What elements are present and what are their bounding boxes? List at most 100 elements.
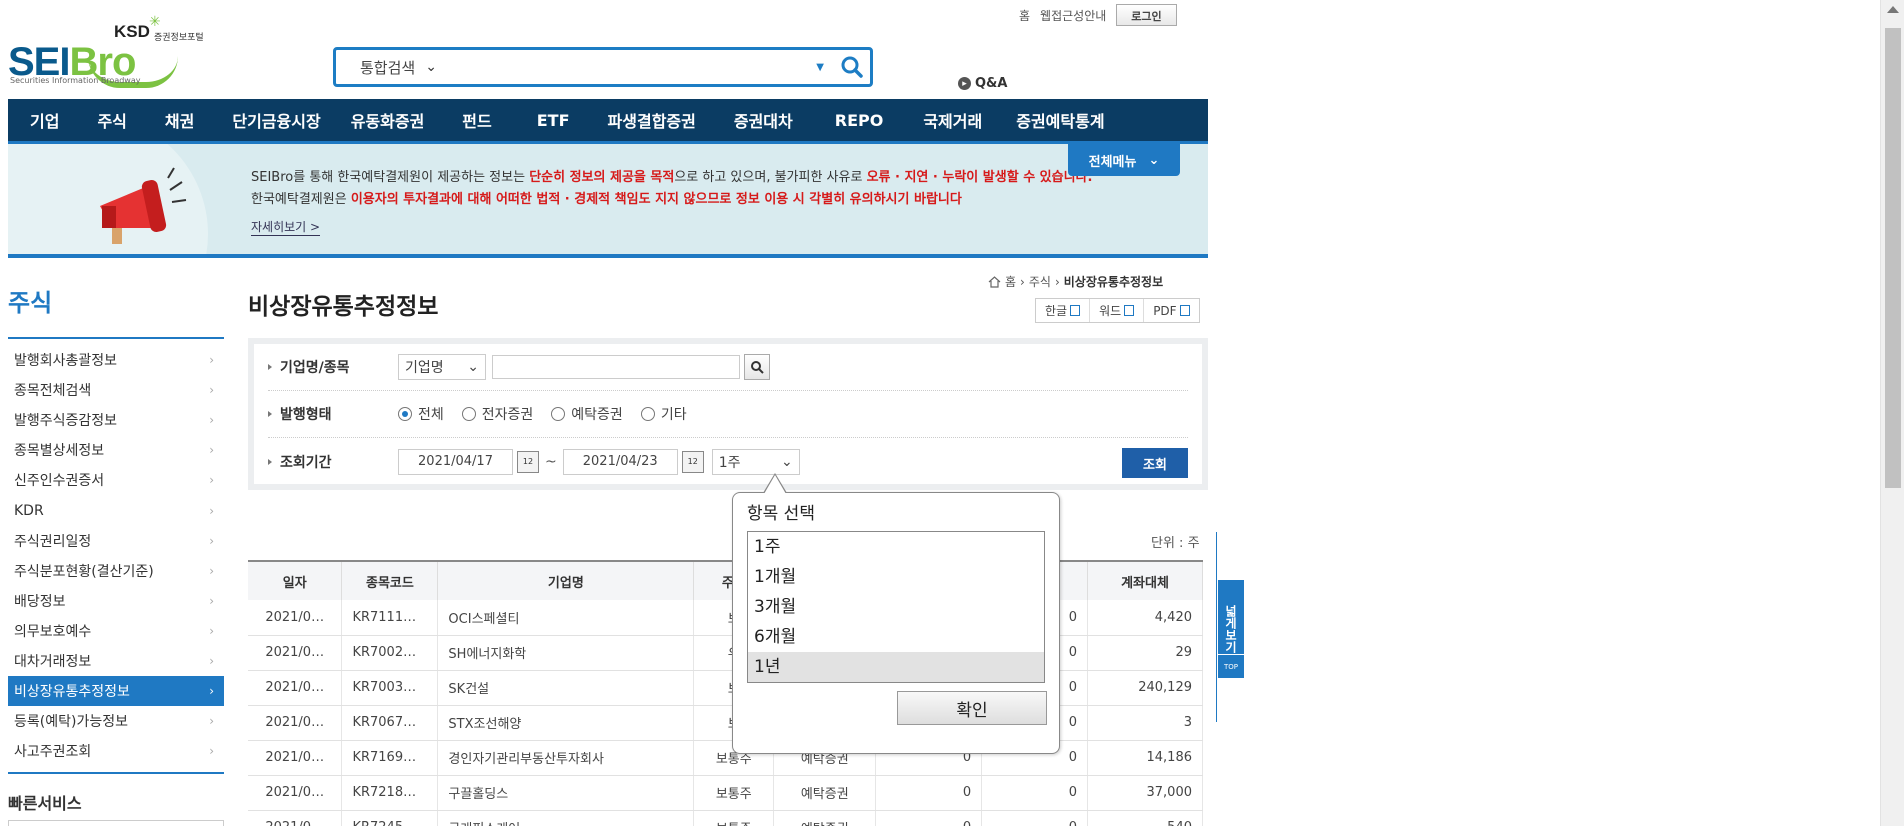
period-option[interactable]: 3개월 <box>748 592 1044 622</box>
chevron-right-icon: › <box>209 744 214 759</box>
cell-transfer: 37,000 <box>1087 775 1203 811</box>
period-option[interactable]: 1주 <box>748 532 1044 562</box>
export-hwp-button[interactable]: 한글 <box>1036 299 1091 322</box>
cell-transfer: 240,129 <box>1087 670 1203 706</box>
table-row[interactable]: 2021/0…KR7245…구래피스케어보통주예탁증권00540 <box>248 810 1203 826</box>
filter-label: 조회기간 <box>268 452 398 472</box>
column-header[interactable]: 일자 <box>248 560 343 600</box>
home-link[interactable]: 홈 <box>1019 7 1030 24</box>
qna-label: Q&A <box>975 76 1008 91</box>
gnb-item[interactable]: 기업 <box>30 108 59 132</box>
page-scrollbar[interactable] <box>1880 0 1904 826</box>
sidebar-item-label: 비상장유통추정정보 <box>14 684 130 701</box>
gnb-item[interactable]: 유동화증권 <box>351 108 425 132</box>
accessibility-link[interactable]: 웹접근성안내 <box>1040 7 1106 24</box>
sidebar-item[interactable]: 의무보호예수 › <box>8 616 224 646</box>
sidebar-item[interactable]: 대차거래정보 › <box>8 646 224 676</box>
qna-link[interactable]: ▸ Q&A <box>958 76 1007 91</box>
radio-all[interactable]: 전체 <box>398 404 444 424</box>
cell-company: SH에너지화학 <box>437 635 695 671</box>
gnb-item[interactable]: 국제거래 <box>923 108 982 132</box>
gnb-item[interactable]: 펀드 <box>462 108 491 132</box>
column-header[interactable]: 종목코드 <box>341 560 439 600</box>
chevron-right-icon: › <box>1020 274 1025 289</box>
sidebar-item[interactable]: 종목전체검색 › <box>8 375 224 405</box>
column-header[interactable]: 기업명 <box>437 560 695 600</box>
chevron-down-icon: ⌄ <box>781 453 793 470</box>
sidebar-item[interactable]: 신주인수권증서 › <box>8 465 224 495</box>
pdf-icon <box>1179 305 1190 316</box>
top-button[interactable]: TOP <box>1218 654 1244 678</box>
period-option[interactable]: 6개월 <box>748 622 1044 652</box>
sidebar-item[interactable]: 주식권리일정 › <box>8 526 224 556</box>
search-input[interactable] <box>460 52 817 82</box>
chevron-right-icon: › <box>1054 274 1060 289</box>
breadcrumb-section[interactable]: 주식 <box>1029 273 1051 290</box>
notice-more-link[interactable]: 자세히보기 > <box>251 218 321 236</box>
sidebar-item[interactable]: 등록(예탁)가능정보 › <box>8 706 224 736</box>
seibro-logo[interactable]: ✳ KSD 증권정보포털 SEIBro Securities Informati… <box>8 14 213 90</box>
search-dropdown-icon[interactable]: ▼ <box>816 62 824 73</box>
gnb-item[interactable]: 증권대차 <box>734 108 793 132</box>
gnb-item[interactable]: 단기금융시장 <box>232 108 320 132</box>
radio-electronic[interactable]: 전자증권 <box>461 404 534 424</box>
date-from-input[interactable]: 2021/04/17 <box>398 448 513 475</box>
table-row[interactable]: 2021/0… KR7218… 구끌홀딩스 보통주 예탁증권 0 0 37,000 <box>248 775 1203 811</box>
company-type-select[interactable]: 기업명 ⌄ <box>398 354 486 380</box>
gnb-item[interactable]: 채권 <box>165 108 194 132</box>
chevron-right-icon: › <box>209 413 214 428</box>
period-select[interactable]: 1주 ⌄ <box>711 448 800 475</box>
radio-other[interactable]: 기타 <box>640 404 687 424</box>
chevron-right-icon: › <box>209 383 214 398</box>
sidebar-item[interactable]: 주식분포현황(결산기준) › <box>8 556 224 586</box>
gnb-item[interactable]: 파생결합증권 <box>608 108 696 132</box>
sidebar-item-label: 발행주식증감정보 <box>14 413 118 430</box>
cell-date: 2021/0… <box>248 775 343 811</box>
gnb-item[interactable]: REPO <box>835 111 884 130</box>
notice-text: SEIBro를 통해 한국예탁결제원이 제공하는 정보는 <box>251 170 530 185</box>
gnb-item[interactable]: 주식 <box>97 108 126 132</box>
gnb-item[interactable]: 증권예탁통계 <box>1016 108 1104 132</box>
sidebar-item-label: 주식권리일정 <box>14 533 92 550</box>
cell-transfer: 14,186 <box>1087 740 1203 776</box>
column-header[interactable]: 계좌대체 <box>1087 560 1203 600</box>
sidebar-item[interactable]: 발행주식증감정보 › <box>8 405 224 435</box>
scroll-up-icon[interactable] <box>1887 6 1899 13</box>
radio-deposit[interactable]: 예탁증권 <box>551 404 623 424</box>
sidebar-item[interactable]: 종목별상세정보 › <box>8 435 224 465</box>
cell-value: 0 <box>875 775 983 811</box>
filter-row-issue-type: 발행형태 전체 전자증권 예탁증권 기타 <box>268 391 1188 438</box>
top-label: TOP <box>1223 662 1238 671</box>
calendar-icon[interactable]: 12 <box>517 450 539 473</box>
sidebar-item[interactable]: 발행회사총괄정보 › <box>8 345 224 375</box>
search-box: 통합검색 ⌄ ▼ <box>333 47 873 87</box>
login-button[interactable]: 로그인 <box>1116 4 1177 26</box>
export-pdf-button[interactable]: PDF <box>1144 299 1198 322</box>
quick-service-box <box>8 820 224 826</box>
export-word-button[interactable]: 워드 <box>1090 299 1145 322</box>
home-icon <box>988 275 1001 288</box>
scrollbar-thumb[interactable] <box>1885 28 1901 488</box>
calendar-icon[interactable]: 12 <box>681 450 704 473</box>
query-button[interactable]: 조회 <box>1122 448 1188 478</box>
search-button[interactable] <box>834 50 870 84</box>
sidebar-item[interactable]: 배당정보 › <box>8 586 224 616</box>
sidebar-item[interactable]: 사고주권조회 › <box>8 736 224 766</box>
radio-label: 전자증권 <box>481 407 534 423</box>
sidebar-item-active[interactable]: 비상장유통추정정보 › <box>8 676 224 707</box>
period-option[interactable]: 1개월 <box>748 562 1044 592</box>
radio-label: 예탁증권 <box>571 407 623 423</box>
date-to-input[interactable]: 2021/04/23 <box>562 448 678 475</box>
period-option-selected[interactable]: 1년 <box>748 652 1044 682</box>
breadcrumb-home[interactable]: 홈 <box>1005 273 1016 290</box>
cell-code: KR7218… <box>341 775 439 811</box>
sidebar-item-label: 주식분포현황(결산기준) <box>14 563 154 580</box>
confirm-button[interactable]: 확인 <box>897 691 1047 725</box>
search-scope-select[interactable]: 통합검색 ⌄ <box>360 57 460 78</box>
sidebar-item[interactable]: KDR › <box>8 495 224 525</box>
gnb-item[interactable]: ETF <box>537 111 570 130</box>
all-menu-button[interactable]: 전체메뉴 ⌄ <box>1068 144 1180 176</box>
cell-code: KR7067… <box>341 705 439 741</box>
company-name-input[interactable] <box>492 355 740 379</box>
company-search-button[interactable] <box>744 354 770 380</box>
